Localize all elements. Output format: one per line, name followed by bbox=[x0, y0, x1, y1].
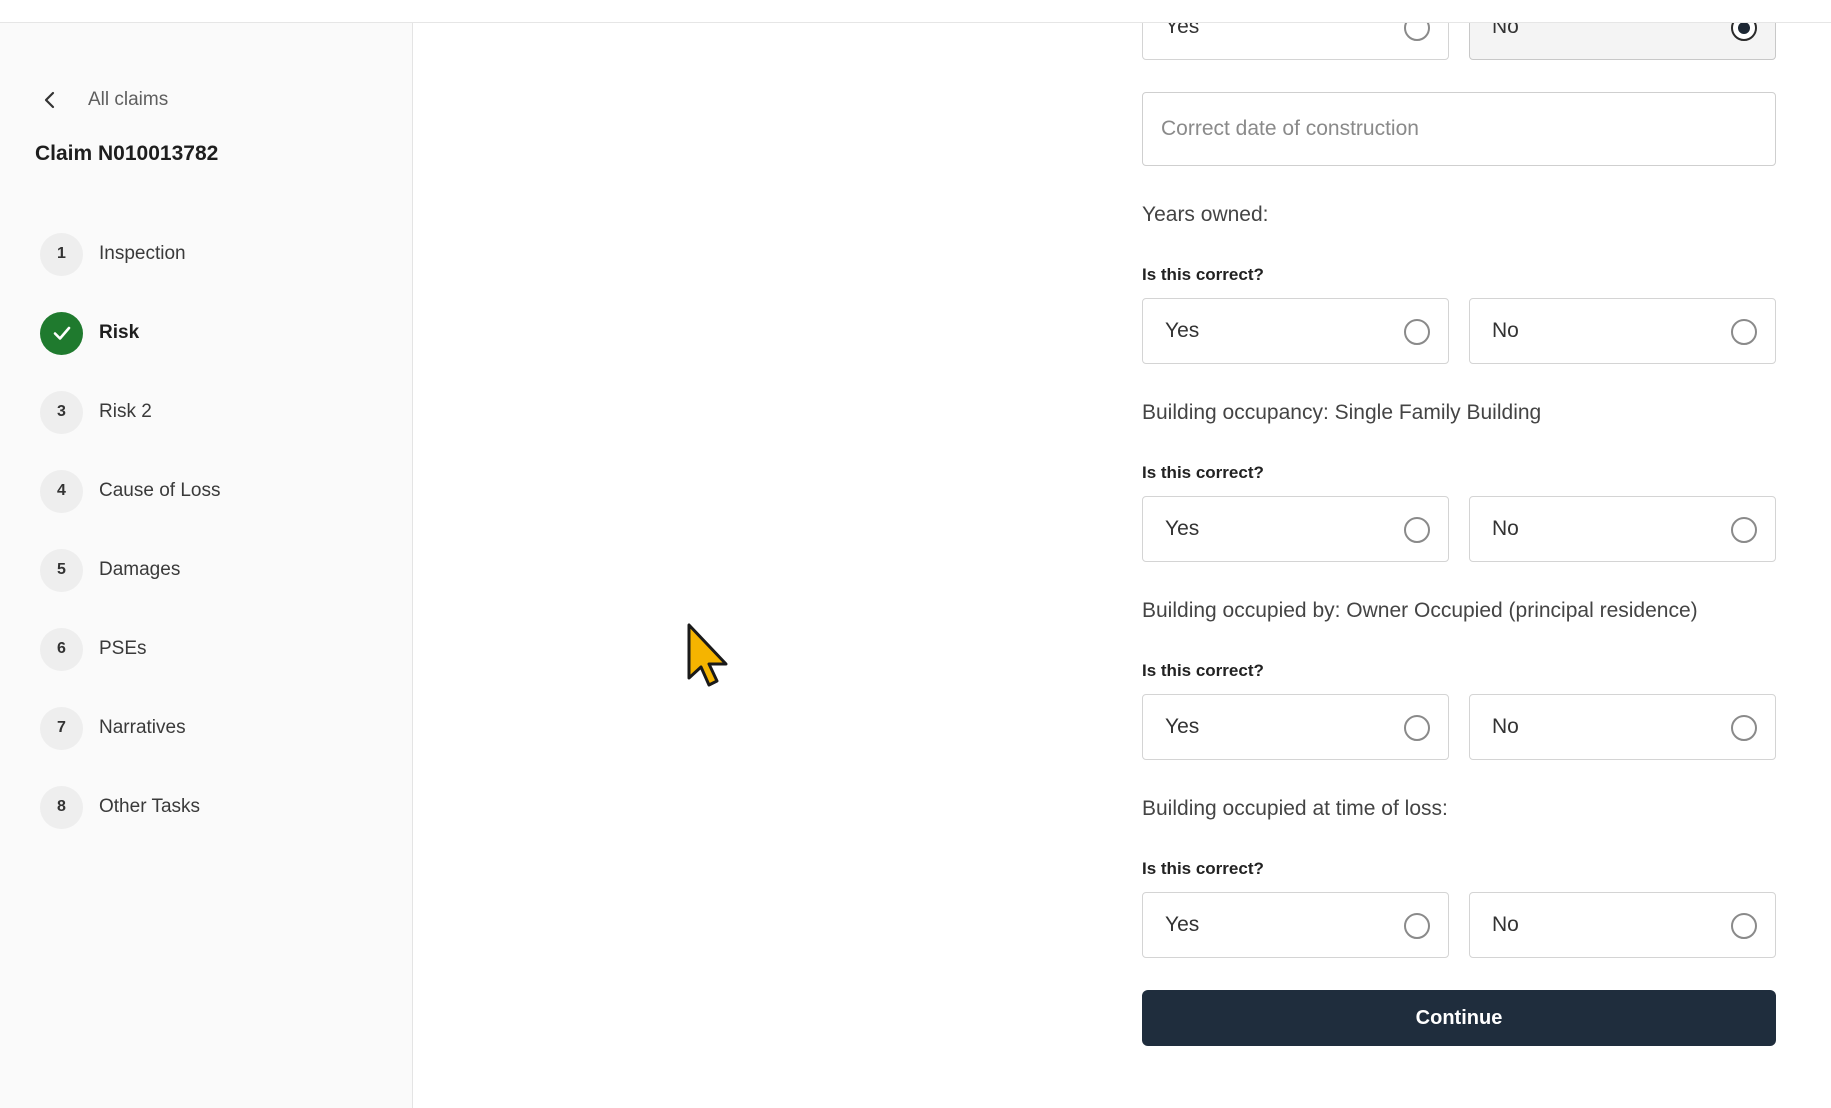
radio-button[interactable] bbox=[1731, 319, 1757, 345]
step-number: 5 bbox=[40, 548, 83, 592]
yes-label: Yes bbox=[1165, 319, 1200, 342]
step-number: 6 bbox=[40, 627, 83, 671]
yes-option[interactable]: Yes bbox=[1142, 892, 1449, 958]
building-occupied-by-radio-group: Yes No bbox=[1142, 694, 1776, 760]
no-label: No bbox=[1492, 715, 1519, 738]
no-option[interactable]: No bbox=[1469, 496, 1776, 562]
step-label: Risk 2 bbox=[99, 401, 152, 422]
occupied-at-time-of-loss-label: Building occupied at time of loss: bbox=[1142, 797, 1448, 820]
step-label: Cause of Loss bbox=[99, 480, 221, 501]
no-label: No bbox=[1492, 913, 1519, 936]
step-number: 3 bbox=[40, 390, 83, 434]
radio-button[interactable] bbox=[1404, 319, 1430, 345]
step-number: 8 bbox=[40, 785, 83, 829]
building-occupancy-radio-group: Yes No bbox=[1142, 496, 1776, 562]
step-label: Narratives bbox=[99, 717, 186, 738]
radio-button[interactable] bbox=[1404, 517, 1430, 543]
step-inspection[interactable]: 1 Inspection bbox=[40, 232, 380, 276]
no-label: No bbox=[1492, 517, 1519, 540]
step-label: Risk bbox=[99, 322, 140, 343]
step-number: 1 bbox=[40, 232, 83, 276]
step-damages[interactable]: 5 Damages bbox=[40, 548, 380, 592]
no-label: No bbox=[1492, 319, 1519, 342]
yes-option[interactable]: Yes bbox=[1142, 694, 1449, 760]
step-number: 7 bbox=[40, 706, 83, 750]
is-correct-question: Is this correct? bbox=[1142, 661, 1264, 680]
radio-button[interactable] bbox=[1404, 913, 1430, 939]
chevron-left-icon bbox=[44, 91, 55, 109]
is-correct-question: Is this correct? bbox=[1142, 859, 1264, 878]
all-claims-label: All claims bbox=[88, 89, 169, 110]
building-occupancy-label: Building occupancy: Single Family Buildi… bbox=[1142, 401, 1542, 424]
step-label: PSEs bbox=[99, 638, 147, 659]
radio-button[interactable] bbox=[1731, 913, 1757, 939]
step-risk-2[interactable]: 3 Risk 2 bbox=[40, 390, 380, 434]
radio-button[interactable] bbox=[1731, 715, 1757, 741]
step-narratives[interactable]: 7 Narratives bbox=[40, 706, 380, 750]
is-correct-question: Is this correct? bbox=[1142, 463, 1264, 482]
continue-button[interactable]: Continue bbox=[1142, 990, 1776, 1046]
step-pses[interactable]: 6 PSEs bbox=[40, 627, 380, 671]
step-label: Damages bbox=[99, 559, 181, 580]
yes-label: Yes bbox=[1165, 715, 1200, 738]
step-complete-badge bbox=[40, 311, 83, 355]
step-risk[interactable]: Risk bbox=[40, 311, 380, 355]
no-option[interactable]: No bbox=[1469, 892, 1776, 958]
occupied-at-time-of-loss-radio-group: Yes No bbox=[1142, 892, 1776, 958]
no-option[interactable]: No bbox=[1469, 694, 1776, 760]
step-cause-of-loss[interactable]: 4 Cause of Loss bbox=[40, 469, 380, 513]
construction-date-input[interactable] bbox=[1142, 92, 1776, 166]
building-occupied-by-label: Building occupied by: Owner Occupied (pr… bbox=[1142, 599, 1698, 622]
checkmark-icon bbox=[53, 326, 70, 340]
mouse-cursor-icon bbox=[687, 623, 728, 687]
step-label: Other Tasks bbox=[99, 796, 201, 817]
step-number: 4 bbox=[40, 469, 83, 513]
all-claims-link[interactable]: All claims bbox=[40, 86, 168, 114]
yes-option[interactable]: Yes bbox=[1142, 496, 1449, 562]
top-bar bbox=[0, 0, 1831, 23]
is-correct-question: Is this correct? bbox=[1142, 265, 1264, 284]
yes-option[interactable]: Yes bbox=[1142, 298, 1449, 364]
radio-button[interactable] bbox=[1731, 517, 1757, 543]
sidebar: All claims Claim N010013782 1 Inspection… bbox=[0, 23, 413, 1108]
years-owned-radio-group: Yes No bbox=[1142, 298, 1776, 364]
step-other-tasks[interactable]: 8 Other Tasks bbox=[40, 785, 380, 829]
claim-title: Claim N010013782 bbox=[35, 142, 219, 165]
radio-button[interactable] bbox=[1404, 715, 1430, 741]
yes-label: Yes bbox=[1165, 517, 1200, 540]
yes-label: Yes bbox=[1165, 913, 1200, 936]
no-option[interactable]: No bbox=[1469, 298, 1776, 364]
step-label: Inspection bbox=[99, 243, 186, 264]
years-owned-label: Years owned: bbox=[1142, 203, 1269, 226]
